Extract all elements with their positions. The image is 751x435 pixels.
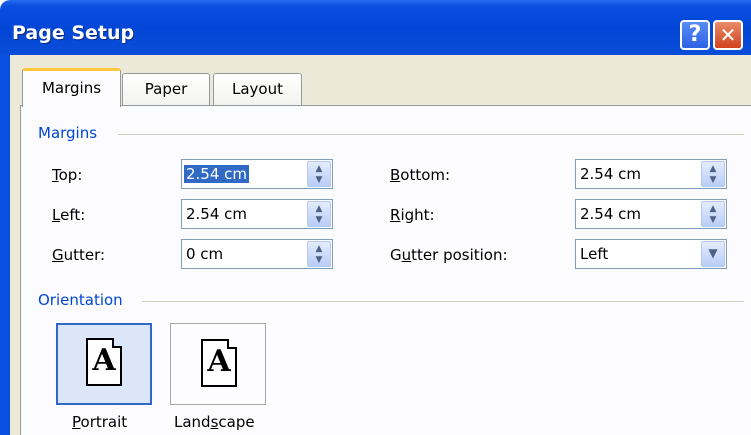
margins-group-divider [118, 134, 744, 135]
close-icon: ✕ [719, 23, 737, 47]
tab-paper[interactable]: Paper [122, 73, 210, 105]
right-label: Right: [390, 206, 435, 224]
landscape-label[interactable]: Landscape [174, 413, 255, 431]
spin-up-icon[interactable]: ▲ [702, 164, 724, 174]
left-margin-value[interactable]: 2.54 cm [186, 205, 247, 223]
chevron-down-icon[interactable]: ▼ [702, 247, 724, 259]
portrait-label[interactable]: Portrait [72, 413, 127, 431]
spin-up-icon[interactable]: ▲ [308, 164, 330, 174]
tab-paper-label: Paper [144, 80, 188, 98]
spin-down-icon[interactable]: ▼ [308, 175, 330, 185]
bottom-margin-spinner[interactable]: 2.54 cm ▲ ▼ [575, 159, 727, 189]
window-title: Page Setup [12, 22, 135, 44]
orientation-group-divider [142, 301, 744, 302]
gutter-spin-buttons[interactable]: ▲ ▼ [307, 241, 331, 267]
top-margin-spinner[interactable]: 2.54 cm ▲ ▼ [181, 159, 333, 189]
right-margin-spinner[interactable]: 2.54 cm ▲ ▼ [575, 199, 727, 229]
spin-up-icon[interactable]: ▲ [308, 204, 330, 214]
top-margin-spin-buttons[interactable]: ▲ ▼ [307, 161, 331, 187]
tab-margins-label: Margins [41, 79, 102, 97]
portrait-page-icon[interactable]: A [86, 338, 122, 386]
window-frame [0, 55, 10, 435]
spin-down-icon[interactable]: ▼ [702, 175, 724, 185]
bottom-margin-value[interactable]: 2.54 cm [580, 165, 641, 183]
gutter-label: Gutter: [52, 246, 106, 264]
spin-down-icon[interactable]: ▼ [702, 215, 724, 225]
spin-up-icon[interactable]: ▲ [702, 204, 724, 214]
top-margin-value[interactable]: 2.54 cm [184, 165, 250, 183]
gutter-value[interactable]: 0 cm [186, 245, 223, 263]
gutter-spinner[interactable]: 0 cm ▲ ▼ [181, 239, 333, 269]
gutter-position-label: Gutter position: [390, 246, 508, 264]
landscape-option[interactable]: A [170, 323, 266, 405]
landscape-page-icon[interactable]: A [201, 339, 237, 387]
tab-layout[interactable]: Layout [213, 73, 302, 105]
top-label: Top: [52, 166, 83, 184]
margins-group-label: Margins [38, 124, 98, 142]
gutter-position-dropdown-button[interactable]: ▼ [701, 241, 725, 267]
close-button[interactable]: ✕ [713, 20, 743, 50]
gutter-position-select[interactable]: Left ▼ [575, 239, 727, 269]
bottom-label: Bottom: [390, 166, 451, 184]
right-margin-value[interactable]: 2.54 cm [580, 205, 641, 223]
tab-margins[interactable]: Margins [22, 68, 121, 107]
right-margin-spin-buttons[interactable]: ▲ ▼ [701, 201, 725, 227]
portrait-option[interactable]: A [56, 323, 152, 405]
help-icon: ? [688, 22, 702, 47]
gutter-position-value[interactable]: Left [580, 245, 608, 263]
left-margin-spin-buttons[interactable]: ▲ ▼ [307, 201, 331, 227]
orientation-group-label: Orientation [38, 291, 123, 309]
bottom-margin-spin-buttons[interactable]: ▲ ▼ [701, 161, 725, 187]
spin-down-icon[interactable]: ▼ [308, 255, 330, 265]
spin-up-icon[interactable]: ▲ [308, 244, 330, 254]
spin-down-icon[interactable]: ▼ [308, 215, 330, 225]
left-margin-spinner[interactable]: 2.54 cm ▲ ▼ [181, 199, 333, 229]
help-button[interactable]: ? [680, 20, 710, 50]
left-label: Left: [52, 206, 86, 224]
tab-layout-label: Layout [232, 80, 283, 98]
